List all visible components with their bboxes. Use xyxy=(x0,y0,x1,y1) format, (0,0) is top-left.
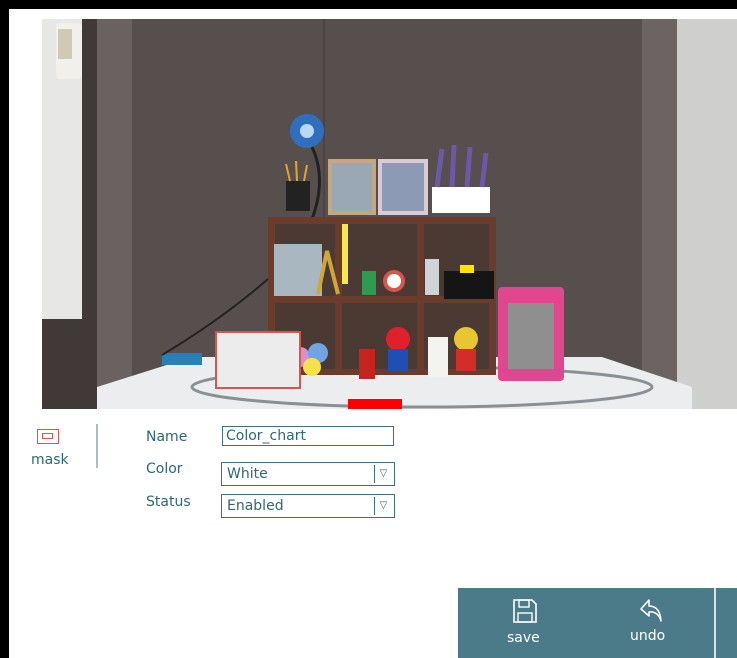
color-select[interactable]: White ▽ xyxy=(221,462,395,486)
name-label: Name xyxy=(146,429,188,445)
color-label: Color xyxy=(146,461,183,477)
save-label: save xyxy=(507,630,540,646)
bottom-toolbar: save undo xyxy=(458,588,737,658)
undo-button[interactable]: undo xyxy=(618,588,678,658)
undo-arrow-icon xyxy=(640,599,662,622)
status-select-value: Enabled xyxy=(227,498,284,514)
mask-tool-button[interactable]: mask xyxy=(25,424,75,474)
color-select-value: White xyxy=(227,466,268,482)
mask-rect-icon xyxy=(37,429,59,444)
camera-preview[interactable] xyxy=(42,19,737,409)
save-button[interactable]: save xyxy=(493,588,553,658)
status-select[interactable]: Enabled ▽ xyxy=(221,494,395,518)
toolbar-divider xyxy=(714,588,716,658)
toolbar-divider xyxy=(96,424,98,468)
undo-label: undo xyxy=(630,628,666,644)
status-label: Status xyxy=(146,494,191,510)
camera-scene xyxy=(42,19,737,409)
name-input[interactable] xyxy=(222,426,394,446)
chevron-down-icon[interactable]: ▽ xyxy=(374,497,392,515)
app-window: mask Name Color White ▽ Status Enabled ▽… xyxy=(9,9,737,658)
chevron-down-icon[interactable]: ▽ xyxy=(374,465,392,483)
mask-label: mask xyxy=(31,452,69,468)
floppy-disk-icon xyxy=(513,599,537,623)
